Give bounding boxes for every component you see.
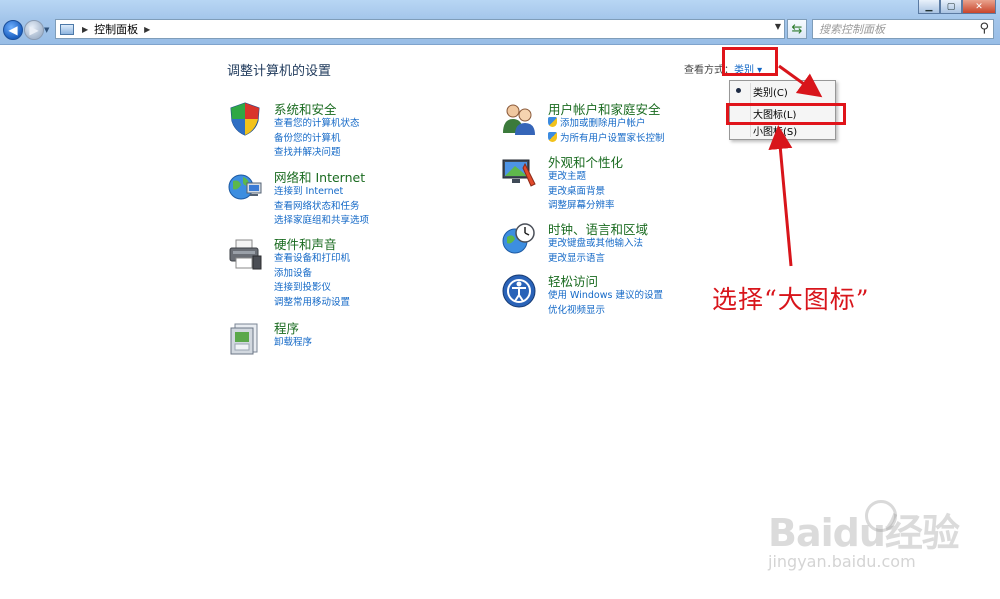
watermark-url: jingyan.baidu.com	[768, 552, 916, 571]
watermark: Baidu经验 jingyan.baidu.com	[768, 492, 968, 582]
watermark-logo: Baidu经验	[768, 511, 960, 555]
annotation-text: 选择“大图标”	[712, 285, 870, 314]
paw-icon	[865, 500, 897, 532]
arrow-up-to-menu	[768, 125, 793, 267]
arrow-to-large-icons	[778, 64, 823, 98]
